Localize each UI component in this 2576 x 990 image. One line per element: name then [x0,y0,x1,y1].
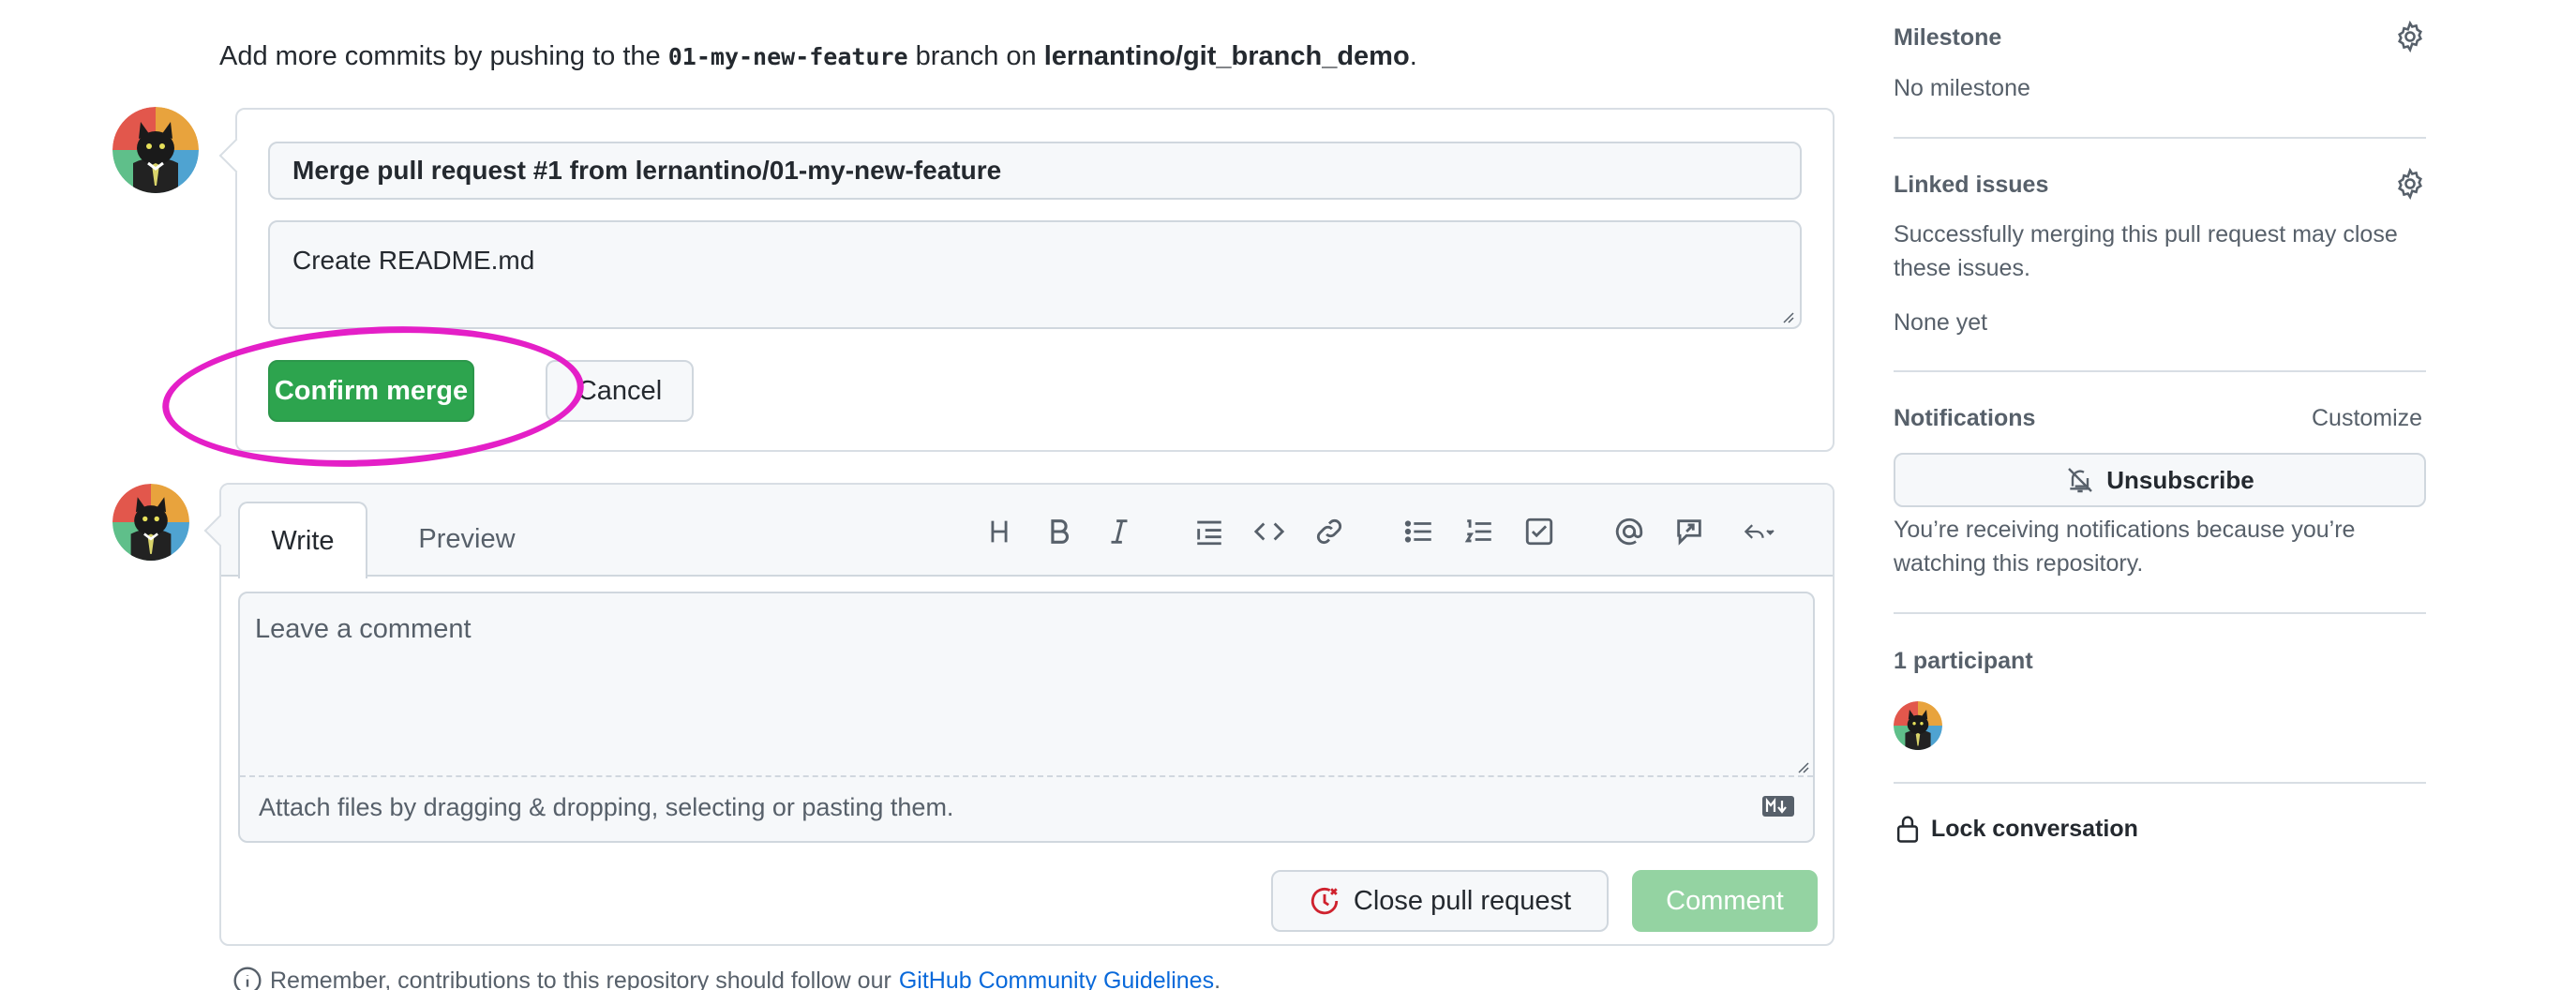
merge-form: Create README.md Confirm merge Cancel [235,108,1835,452]
lock-conversation-label: Lock conversation [1931,815,2138,842]
bullet-list-icon[interactable] [1400,513,1438,550]
tab-write[interactable]: Write [238,502,367,578]
cat-avatar-icon [112,107,199,193]
resize-handle-icon[interactable] [1779,308,1794,323]
cancel-button[interactable]: Cancel [546,360,694,422]
gear-icon[interactable] [2394,21,2426,52]
hint-prefix: Add more commits by pushing to the [219,41,661,71]
bell-slash-icon [2068,468,2093,493]
repo-name: lernantino/git_branch_demo [1043,41,1410,71]
linked-issues-value: None yet [1894,309,1988,336]
markdown-icon[interactable] [1762,796,1794,817]
reply-icon[interactable] [1730,513,1787,550]
comment-form: Write Preview Leave a comment Attach fil… [219,483,1835,946]
attach-files-hint[interactable]: Attach files by dragging & dropping, sel… [259,793,953,822]
close-pull-request-button[interactable]: Close pull request [1271,870,1609,932]
hint-suffix: . [1409,41,1417,71]
heading-icon[interactable] [981,513,1018,550]
linked-issues-description: Successfully merging this pull request m… [1894,221,2398,281]
community-guidelines-link[interactable]: GitHub Community Guidelines [899,968,1214,990]
sidebar-divider [1894,612,2426,614]
lock-icon [1896,816,1919,843]
commit-message-textarea[interactable]: Create README.md [268,220,1802,329]
merge-hint: Add more commits by pushing to the 01-my… [219,41,1417,72]
linked-issues-heading[interactable]: Linked issues [1894,172,2048,199]
commit-title-input[interactable] [268,142,1802,200]
close-pull-request-label: Close pull request [1353,885,1572,916]
sidebar-divider [1894,137,2426,139]
comment-input[interactable] [240,593,1813,777]
code-icon[interactable] [1251,513,1288,550]
guidelines-text: Remember, contributions to this reposito… [270,967,891,990]
guidelines-notice: Remember, contributions to this reposito… [232,966,1221,990]
comment-editor: Attach files by dragging & dropping, sel… [238,592,1815,843]
unsubscribe-label: Unsubscribe [2106,465,2254,494]
confirm-merge-button[interactable]: Confirm merge [268,360,474,422]
task-list-icon[interactable] [1520,513,1558,550]
sidebar-divider [1894,370,2426,372]
avatar[interactable] [112,484,189,561]
participants-heading: 1 participant [1894,648,2033,674]
resize-handle-icon[interactable] [1794,758,1809,773]
sidebar-divider [1894,782,2426,784]
unsubscribe-button[interactable]: Unsubscribe [1894,453,2426,507]
guidelines-suffix: . [1214,967,1221,990]
notification-reason: You’re receiving notifications because y… [1894,517,2356,577]
info-icon [233,967,262,990]
tab-preview[interactable]: Preview [382,502,551,577]
editor-toolbar: Write Preview [221,485,1833,578]
close-pr-icon [1310,887,1339,915]
cat-avatar-icon [112,484,189,561]
bold-icon[interactable] [1041,513,1078,550]
italic-icon[interactable] [1101,513,1138,550]
lock-conversation-link[interactable]: Lock conversation [1894,814,2138,844]
participant-avatar[interactable] [1894,701,1942,750]
comment-button[interactable]: Comment [1632,870,1818,932]
branch-name: 01-my-new-feature [667,43,908,70]
numbered-list-icon[interactable] [1460,513,1498,550]
link-icon[interactable] [1310,513,1348,550]
milestone-heading[interactable]: Milestone [1894,24,2001,52]
gear-icon[interactable] [2394,168,2426,200]
customize-link[interactable]: Customize [2312,401,2422,435]
avatar[interactable] [112,107,199,193]
reference-icon[interactable] [1670,513,1708,550]
cat-avatar-icon [1894,701,1942,750]
quote-icon[interactable] [1191,513,1228,550]
mention-icon[interactable] [1610,513,1648,550]
hint-middle: branch on [915,41,1037,71]
commit-message-text: Create README.md [292,246,535,275]
notifications-heading: Notifications [1894,405,2036,431]
milestone-value: No milestone [1894,75,2030,101]
